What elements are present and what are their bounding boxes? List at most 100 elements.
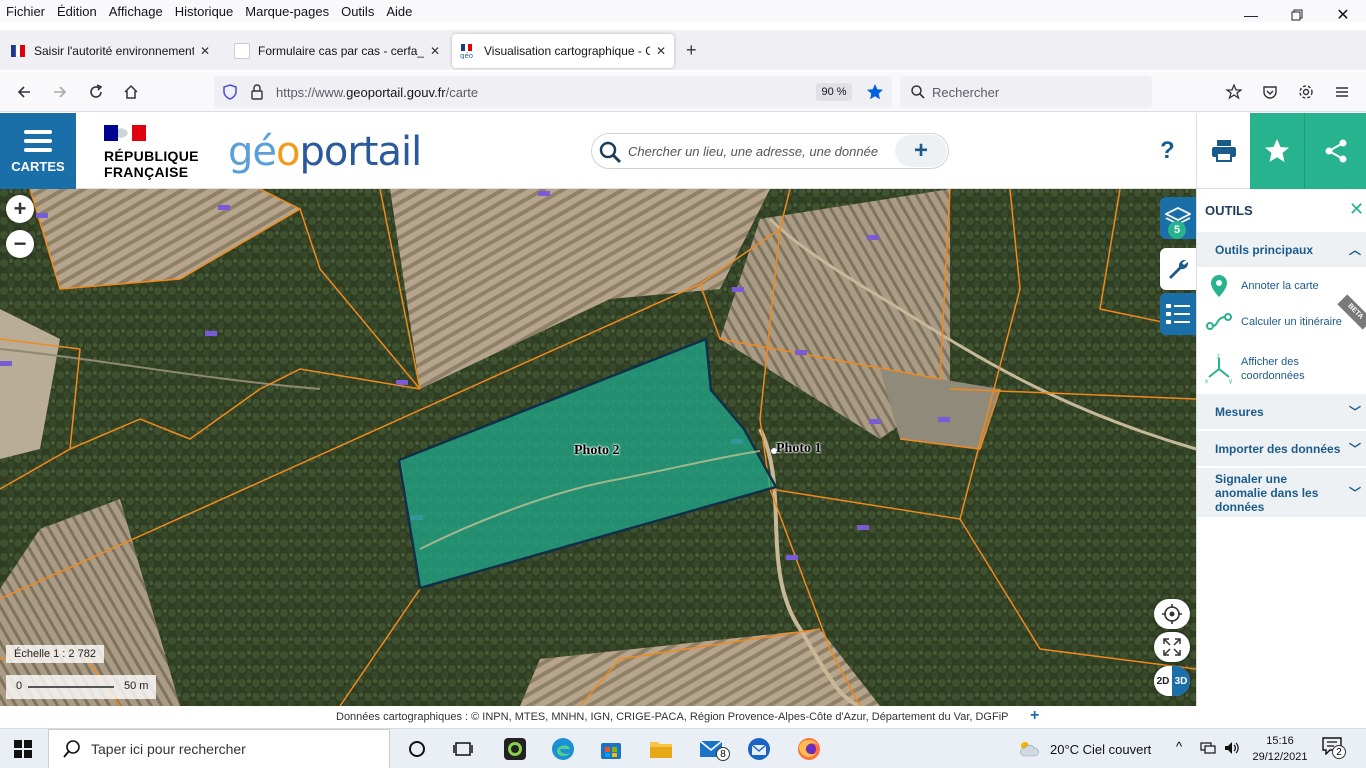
- print-button[interactable]: [1196, 113, 1250, 189]
- svg-text:géo: géo: [460, 52, 473, 59]
- geoportail-search-input[interactable]: Chercher un lieu, une adresse, une donné…: [591, 133, 949, 169]
- tab-close-icon[interactable]: ✕: [656, 44, 666, 58]
- close-window-button[interactable]: ✕: [1320, 0, 1366, 30]
- republique-francaise-logo: RÉPUBLIQUE FRANÇAISE: [104, 125, 199, 180]
- taskbar-search-input[interactable]: Taper ici pour rechercher: [48, 729, 390, 768]
- star-icon: [1265, 139, 1289, 162]
- zoom-level-badge[interactable]: 90 %: [816, 83, 852, 101]
- new-tab-button[interactable]: +: [686, 40, 697, 61]
- store-icon: [601, 743, 621, 759]
- menu-fichier[interactable]: Fichier: [0, 4, 51, 19]
- share-button[interactable]: [1304, 113, 1366, 189]
- start-button[interactable]: [14, 740, 32, 763]
- map-view[interactable]: + − Photo 2 Photo 1 Échelle 1 : 2 782 0 …: [0, 189, 1196, 706]
- home-button[interactable]: [119, 80, 143, 104]
- reload-button[interactable]: [84, 80, 108, 104]
- menu-affichage[interactable]: Affichage: [103, 4, 169, 19]
- restore-icon: [1291, 9, 1303, 21]
- task-view-icon: [453, 742, 473, 756]
- app-menu-button[interactable]: [1330, 80, 1354, 104]
- section-mesures[interactable]: Mesures ﹀: [1197, 393, 1366, 429]
- tool-annoter-la-carte[interactable]: Annoter la carte: [1197, 271, 1366, 301]
- help-button[interactable]: ?: [1160, 137, 1175, 165]
- zoom-in-button[interactable]: +: [6, 195, 34, 223]
- tool-afficher-coordonnees[interactable]: zxy Afficher des coordonnées: [1197, 349, 1366, 389]
- cloud-sun-icon: [1020, 742, 1039, 757]
- tab-visualisation-cartographique[interactable]: géo Visualisation cartographique - G ✕: [452, 34, 674, 68]
- advanced-search-button[interactable]: +: [895, 135, 947, 167]
- close-tools-panel-button[interactable]: ✕: [1349, 199, 1364, 220]
- legend-button[interactable]: [1160, 293, 1196, 335]
- notifications-button[interactable]: 2: [1322, 737, 1346, 760]
- tools-panel-title: OUTILS: [1205, 203, 1253, 218]
- tool-calculer-itineraire[interactable]: Calculer un itinéraire: [1197, 307, 1366, 337]
- taskbar-app-thunderbird[interactable]: [746, 737, 772, 761]
- weather-widget[interactable]: 20°C Ciel couvert: [1018, 740, 1151, 758]
- tab-formulaire-cerfa[interactable]: Formulaire cas par cas - cerfa_1 ✕: [226, 34, 448, 68]
- settings-button[interactable]: [1294, 80, 1318, 104]
- section-signaler-anomalie[interactable]: Signaler une anomalie dans les données ﹀: [1197, 467, 1366, 517]
- taskbar-app-edge[interactable]: [550, 737, 576, 761]
- geoportail-logo[interactable]: géoportail: [228, 129, 422, 175]
- taskbar-app-webcam[interactable]: [502, 737, 528, 761]
- speaker-icon[interactable]: [1224, 741, 1240, 755]
- taskbar-app-store[interactable]: [598, 737, 624, 761]
- share-icon: [1325, 139, 1346, 163]
- minimize-button[interactable]: —: [1228, 0, 1274, 30]
- shield-icon: [223, 84, 237, 100]
- arrow-left-icon: [17, 86, 30, 98]
- menu-edition[interactable]: Édition: [51, 4, 103, 19]
- favorites-button[interactable]: [1250, 113, 1304, 189]
- hamburger-icon: [1336, 87, 1348, 97]
- taskbar-app-explorer[interactable]: [648, 737, 674, 761]
- attribution-more-button[interactable]: +: [1030, 707, 1039, 725]
- geolocate-button[interactable]: [1154, 599, 1190, 629]
- url-bar[interactable]: https://www.geoportail.gouv.fr/carte 90 …: [214, 76, 892, 108]
- tab-autorite-environnementale[interactable]: Saisir l'autorité environnementa ✕: [2, 34, 218, 68]
- chevron-up-icon[interactable]: ^: [1176, 739, 1182, 754]
- zoom-out-button[interactable]: −: [6, 230, 34, 258]
- browser-search-input[interactable]: Rechercher: [900, 76, 1152, 108]
- close-icon: ✕: [1349, 199, 1365, 219]
- list-icon: [1166, 304, 1190, 324]
- camera-app-icon: [504, 738, 526, 760]
- navigation-bar: https://www.geoportail.gouv.fr/carte 90 …: [0, 72, 1366, 112]
- cartes-menu-button[interactable]: CARTES: [0, 113, 76, 189]
- task-view-button[interactable]: [450, 737, 476, 761]
- network-icon[interactable]: [1200, 741, 1216, 755]
- tab-close-icon[interactable]: ✕: [200, 44, 210, 58]
- menu-marque-pages[interactable]: Marque-pages: [239, 4, 335, 19]
- close-icon: ✕: [1336, 7, 1350, 24]
- route-icon: [1206, 313, 1232, 330]
- section-importer-donnees[interactable]: Importer des données ﹀: [1197, 430, 1366, 466]
- clock[interactable]: 15:16 29/12/2021: [1248, 733, 1312, 765]
- geoportail-icon: géo: [460, 44, 473, 59]
- search-icon: [599, 141, 622, 164]
- gear-icon: [1299, 85, 1313, 99]
- maximize-button[interactable]: [1274, 0, 1320, 30]
- marianne-flag-icon: [104, 125, 146, 141]
- tools-button[interactable]: [1160, 248, 1196, 290]
- 2d-3d-toggle[interactable]: 2D 3D: [1154, 666, 1190, 696]
- pocket-save-button[interactable]: [1258, 80, 1282, 104]
- fullscreen-button[interactable]: [1154, 632, 1190, 662]
- bookmark-star-icon[interactable]: [866, 83, 884, 101]
- menu-aide[interactable]: Aide: [380, 4, 418, 19]
- chevron-down-icon: ﹀: [1348, 485, 1361, 500]
- plus-icon: +: [686, 40, 697, 60]
- menu-historique[interactable]: Historique: [169, 4, 240, 19]
- scale-ratio: Échelle 1 : 2 782: [6, 645, 104, 663]
- taskbar-app-firefox[interactable]: [796, 737, 822, 761]
- mail-unread-badge: 8: [716, 747, 730, 761]
- section-outils-principaux[interactable]: Outils principaux ︿: [1197, 231, 1366, 267]
- tools-panel: OUTILS ✕ Outils principaux ︿ Annoter la …: [1196, 189, 1366, 706]
- pocket-button[interactable]: [1222, 80, 1246, 104]
- plus-icon: +: [13, 196, 27, 221]
- reload-icon: [90, 84, 103, 98]
- forward-button[interactable]: [48, 80, 72, 104]
- taskbar-app-mail[interactable]: 8: [698, 737, 730, 761]
- menu-outils[interactable]: Outils: [335, 4, 380, 19]
- back-button[interactable]: [12, 80, 36, 104]
- cortana-button[interactable]: [404, 737, 430, 761]
- tab-close-icon[interactable]: ✕: [430, 44, 440, 58]
